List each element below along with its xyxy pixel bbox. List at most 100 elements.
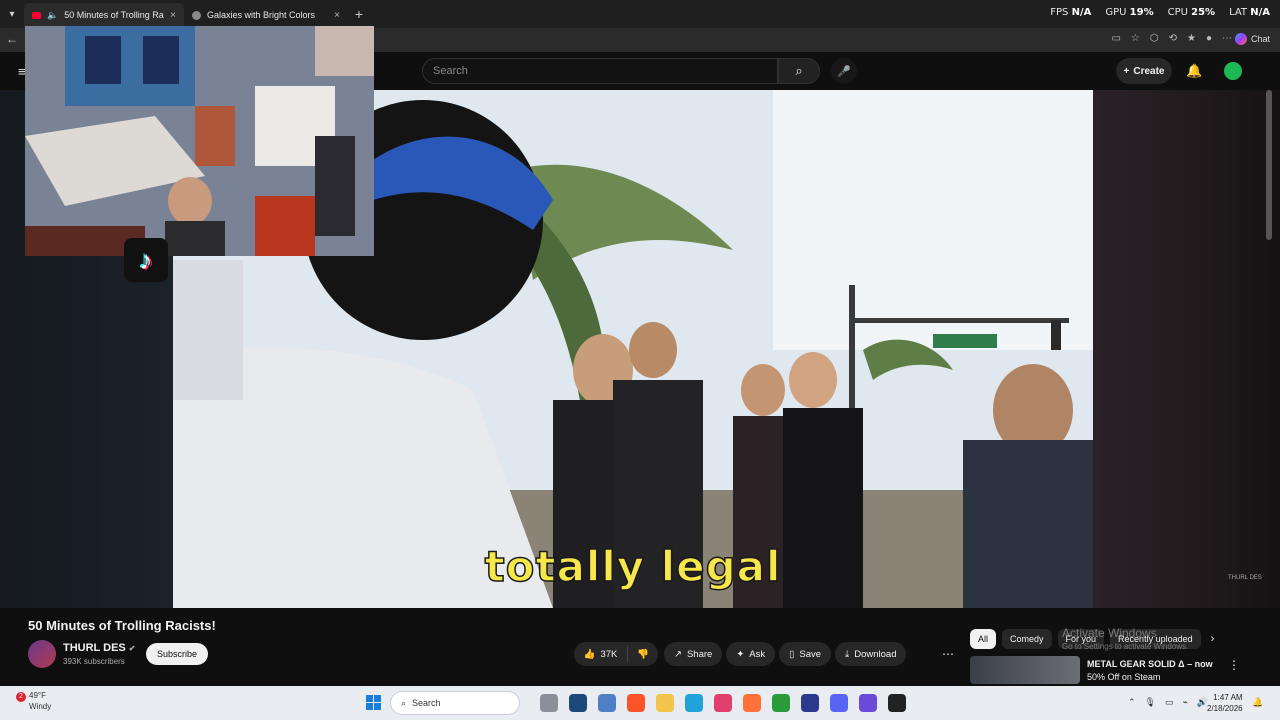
more-actions-icon[interactable]: ⋯: [937, 642, 959, 666]
like-button[interactable]: 👍 37K: [574, 646, 628, 662]
lat-value: N/A: [1250, 7, 1270, 18]
tab-active[interactable]: 🔈 50 Minutes of Trolling Racists! ×: [24, 3, 184, 27]
more-options-icon[interactable]: ⋯: [1222, 33, 1232, 44]
recommendation-thumbnail[interactable]: [970, 656, 1080, 684]
cpu-value: 25%: [1191, 7, 1216, 18]
steam-icon[interactable]: [569, 694, 587, 712]
new-tab-button[interactable]: +: [348, 6, 370, 22]
search-icon: ⌕: [401, 697, 407, 708]
download-label: Download: [854, 648, 897, 660]
create-button[interactable]: + Create: [1116, 58, 1172, 84]
weather-desc: Windy: [29, 702, 52, 711]
notification-center-icon[interactable]: 🔔: [1252, 697, 1263, 708]
video-caption: totally legal: [484, 541, 782, 592]
save-button[interactable]: ▯ Save: [779, 642, 832, 666]
firefox-icon[interactable]: [743, 694, 761, 712]
video-title: 50 Minutes of Trolling Racists!: [28, 618, 216, 633]
sync-icon[interactable]: ⟲: [1169, 33, 1177, 44]
edge-icon[interactable]: [685, 694, 703, 712]
fps-readout: FPS N/A: [1050, 7, 1091, 18]
site-favicon-icon: [192, 10, 201, 20]
share-label: Share: [686, 648, 713, 660]
chip-comedy[interactable]: Comedy: [1002, 629, 1052, 649]
channel-avatar[interactable]: [28, 640, 56, 668]
account-avatar[interactable]: [1224, 62, 1242, 80]
search-icon: ⌕: [795, 63, 803, 78]
channel-name[interactable]: THURL DES ✔: [63, 642, 135, 654]
create-label: Create: [1133, 65, 1165, 77]
tab-close-icon[interactable]: ×: [334, 10, 340, 21]
cpu-label: CPU: [1167, 7, 1188, 18]
activate-windows-hint: Go to Settings to activate Windows.: [1062, 642, 1189, 651]
dislike-button[interactable]: 👎: [628, 649, 658, 660]
brave-icon[interactable]: [627, 694, 645, 712]
search-input[interactable]: Search: [422, 58, 778, 84]
capcut-icon[interactable]: [714, 694, 732, 712]
plus-icon: +: [1123, 65, 1130, 77]
chip-all[interactable]: All: [970, 629, 997, 649]
network-icon[interactable]: ⌁: [1183, 697, 1188, 708]
taskbar-search-label: Search: [412, 698, 441, 708]
calculator-icon[interactable]: [859, 694, 877, 712]
chevron-right-icon[interactable]: ›: [1211, 633, 1215, 645]
kebab-menu-icon[interactable]: ⋮: [1228, 658, 1240, 672]
voice-search-button[interactable]: 🎤: [831, 58, 857, 84]
ask-button[interactable]: ✦ Ask: [726, 642, 776, 666]
download-button[interactable]: ⤓ Download: [835, 642, 907, 666]
reader-icon[interactable]: ▭: [1111, 33, 1120, 44]
gpu-value: 19%: [1129, 7, 1154, 18]
thumbs-up-icon: 👍: [583, 648, 596, 660]
toolbar-icons: ▭ ☆ ⬡ ⟲ ★ ● ⋯: [1111, 33, 1232, 44]
fps-label: FPS: [1050, 7, 1069, 18]
nvidia-icon[interactable]: [772, 694, 790, 712]
taskbar-search[interactable]: ⌕ Search: [390, 691, 520, 715]
subscriber-count: 393K subscribers: [63, 657, 125, 666]
app-icon[interactable]: [888, 694, 906, 712]
tab-list-chevron-icon[interactable]: ▾: [0, 0, 24, 28]
save-label: Save: [799, 648, 822, 660]
share-button[interactable]: ↗ Share: [664, 642, 723, 666]
performance-overlay: FPS N/A GPU 19% CPU 25% LAT N/A: [1050, 7, 1270, 18]
clock-date: 2/18/2026: [1207, 704, 1243, 713]
lat-label: LAT: [1229, 7, 1248, 18]
system-tray: ⌃ 🎙 ▭ ⌁ 🔊: [1128, 697, 1208, 708]
file-explorer-icon[interactable]: [656, 694, 674, 712]
page-scrollbar[interactable]: [1266, 90, 1272, 240]
copilot-chat-button[interactable]: Chat: [1234, 33, 1270, 45]
share-icon: ↗: [674, 648, 682, 660]
taskbar-apps: [540, 694, 906, 712]
favorite-star-icon[interactable]: ☆: [1131, 33, 1140, 44]
obs-icon[interactable]: [801, 694, 819, 712]
copilot-icon: [1234, 33, 1247, 45]
activate-windows-title: Activate Windows: [1062, 626, 1157, 640]
notepad-icon[interactable]: [598, 694, 616, 712]
weather-widget[interactable]: 2 49°F Windy: [16, 691, 51, 712]
display-icon[interactable]: ▭: [1165, 697, 1174, 708]
subscribe-button[interactable]: Subscribe: [146, 643, 208, 665]
favorites-icon[interactable]: ★: [1187, 33, 1196, 44]
recommendation-title[interactable]: METAL GEAR SOLID Δ – now: [1087, 659, 1213, 669]
search-button[interactable]: ⌕: [778, 58, 820, 84]
gpu-readout: GPU 19%: [1105, 7, 1153, 18]
tab-close-icon[interactable]: ×: [170, 10, 176, 21]
back-arrow-icon[interactable]: ←: [6, 32, 18, 46]
mute-icon[interactable]: 🔈: [47, 10, 58, 21]
ask-label: Ask: [749, 648, 766, 660]
recommendation-subtitle: 50% Off on Steam: [1087, 672, 1161, 682]
extensions-icon[interactable]: ⬡: [1150, 33, 1159, 44]
gpu-label: GPU: [1105, 7, 1127, 18]
tab-inactive[interactable]: Galaxies with Bright Colors ×: [184, 3, 348, 27]
tray-overflow-icon[interactable]: ⌃: [1128, 697, 1136, 708]
windows-start-icon[interactable]: [366, 695, 381, 710]
lat-readout: LAT N/A: [1229, 7, 1270, 18]
notifications-bell-icon[interactable]: 🔔: [1186, 63, 1202, 79]
discord-icon[interactable]: [830, 694, 848, 712]
verified-check-icon: ✔: [128, 644, 136, 653]
profile-icon[interactable]: ●: [1206, 33, 1212, 44]
taskbar-clock[interactable]: 1:47 AM 2/18/2026: [1207, 692, 1243, 714]
weather-temp: 49°F: [29, 691, 46, 700]
microphone-icon[interactable]: 🎙: [1145, 697, 1156, 708]
like-count: 37K: [600, 648, 618, 660]
task-view-icon[interactable]: [540, 694, 558, 712]
fps-value: N/A: [1071, 7, 1092, 18]
